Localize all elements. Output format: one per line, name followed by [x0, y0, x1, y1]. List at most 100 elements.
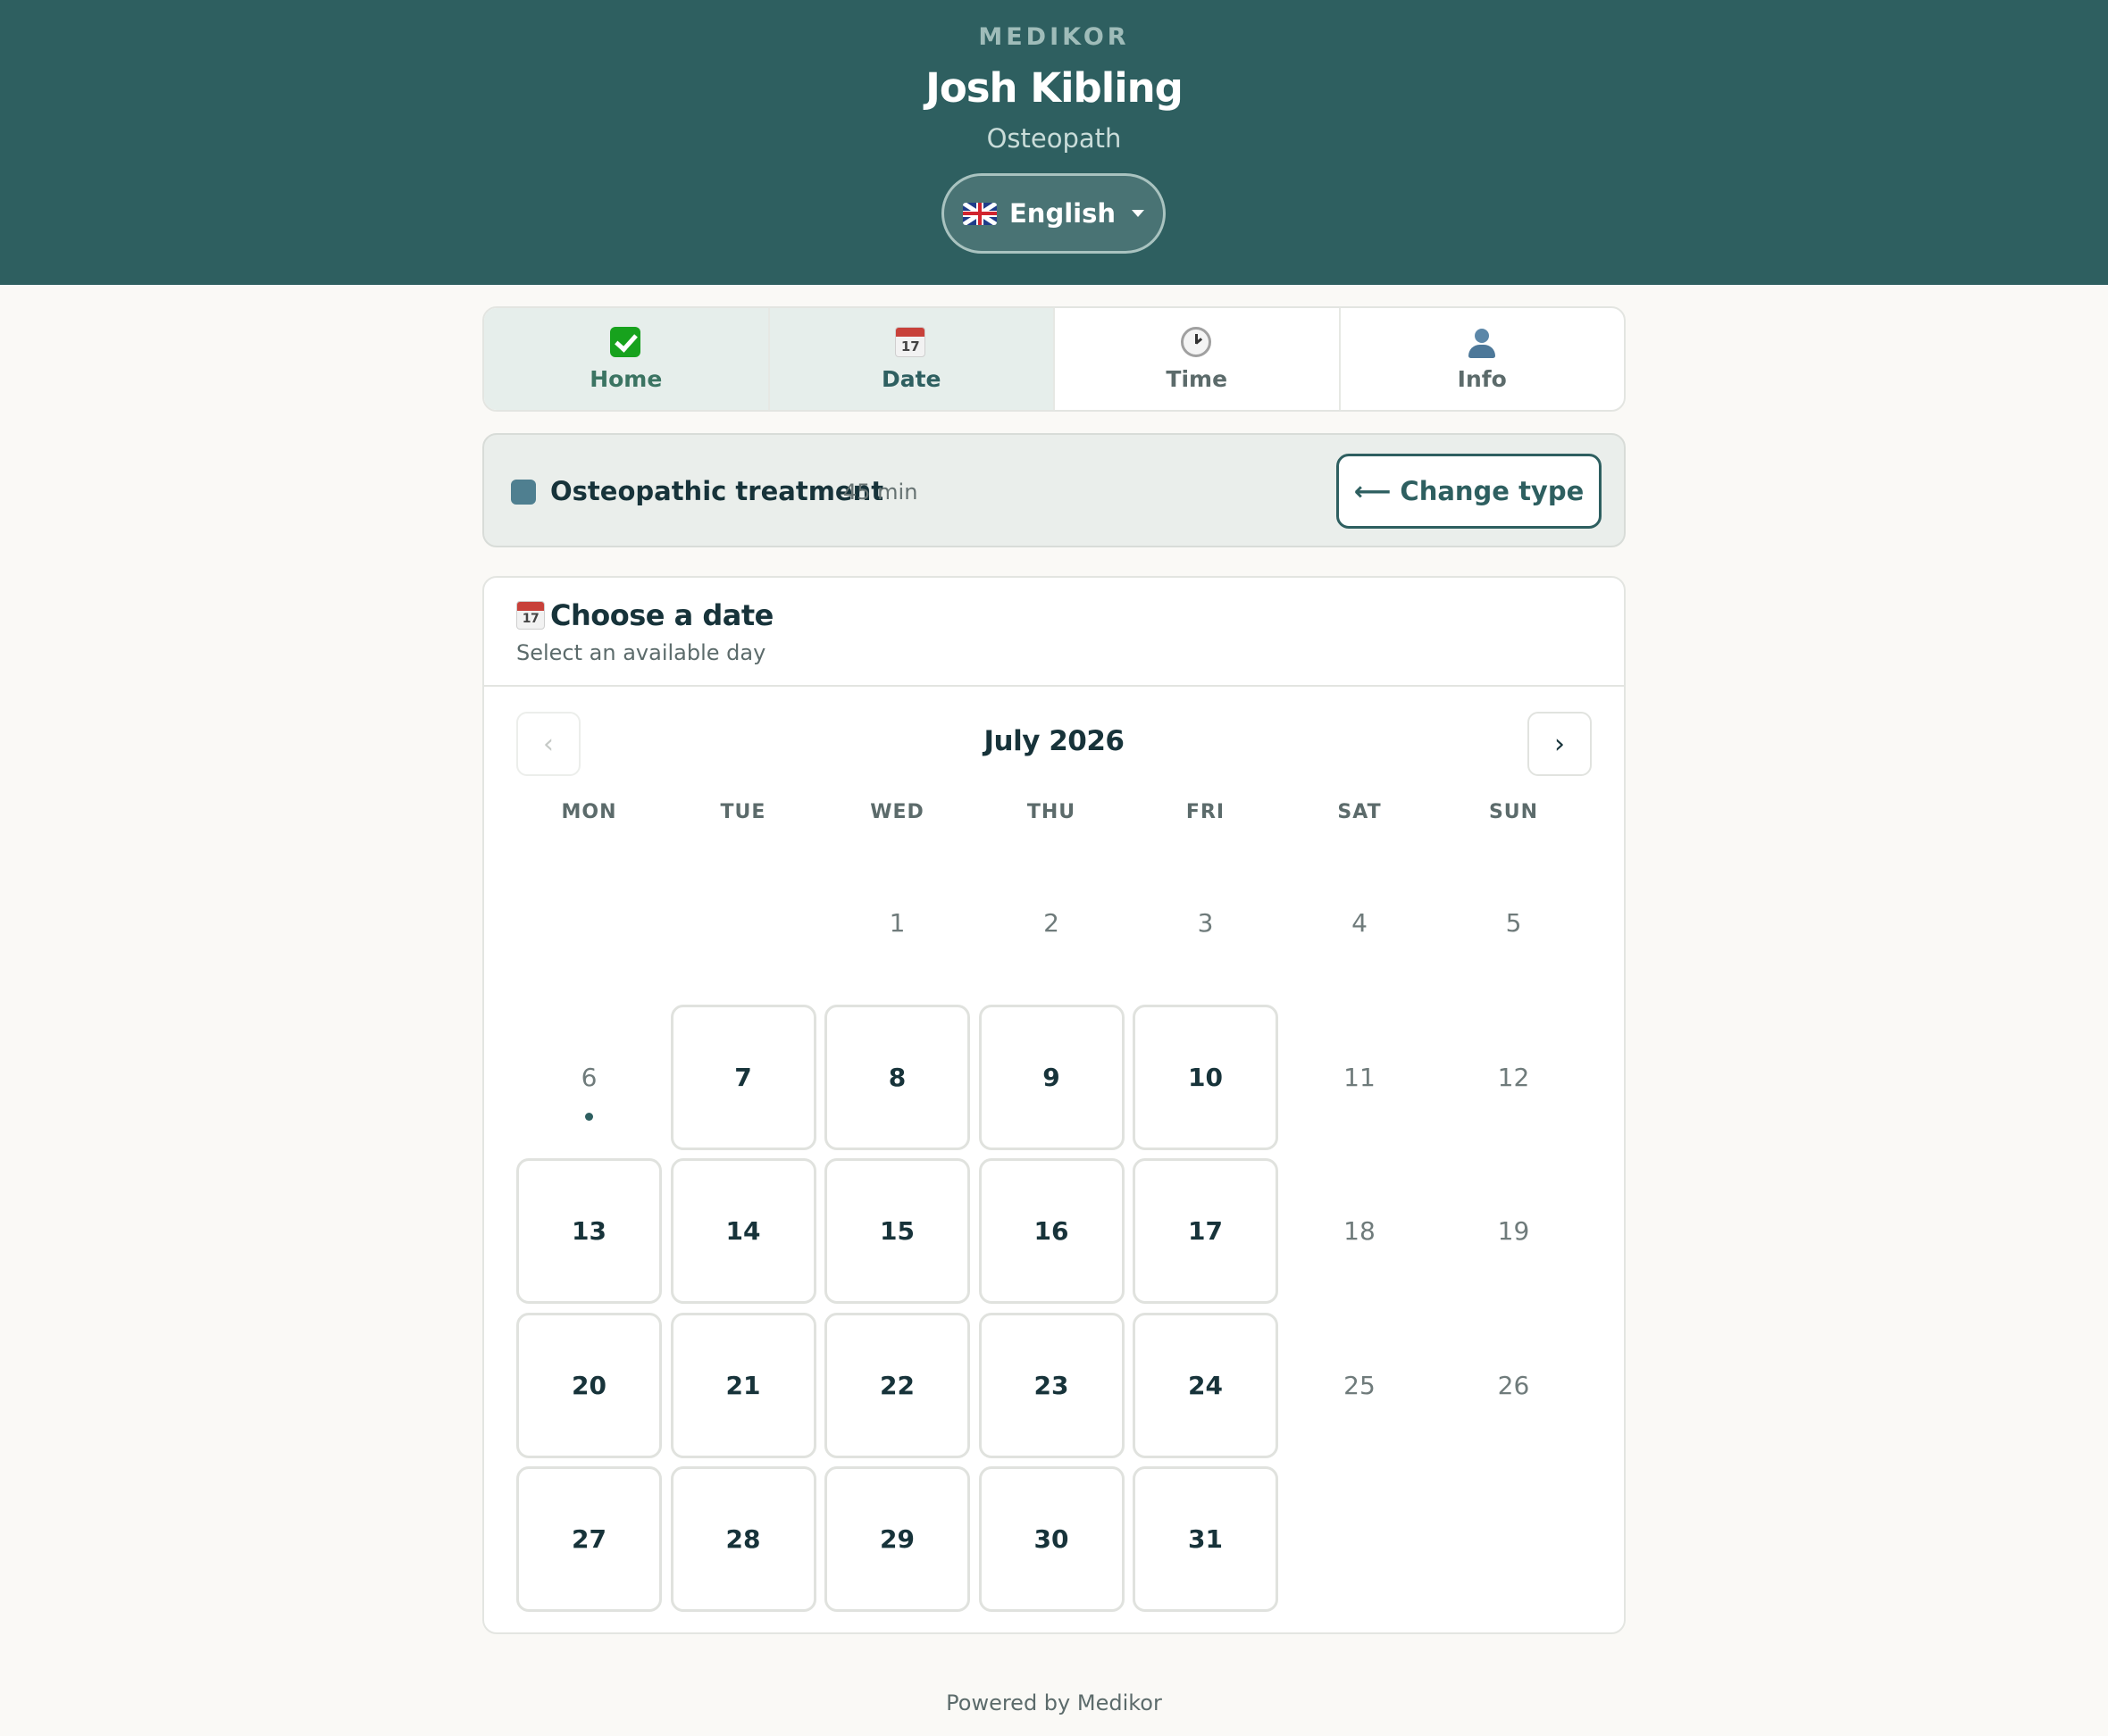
step-time[interactable]: Time [1055, 308, 1341, 410]
step-label: Home [590, 365, 663, 392]
day-number: 12 [1497, 1062, 1530, 1092]
day-cell-available[interactable]: 15 [824, 1158, 970, 1304]
step-home[interactable]: Home [484, 308, 770, 410]
day-cell-available[interactable]: 29 [824, 1466, 970, 1612]
day-cell-available[interactable]: 31 [1133, 1466, 1278, 1612]
day-number: 2 [1043, 908, 1059, 938]
day-cell-available[interactable]: 22 [824, 1312, 970, 1458]
day-number: 1 [889, 908, 906, 938]
day-cell-unavailable: 25 [1287, 1313, 1433, 1458]
day-number: 19 [1497, 1216, 1530, 1246]
day-number: 18 [1343, 1216, 1376, 1246]
weekday-tue: TUE [720, 801, 766, 823]
step-info[interactable]: Info [1341, 308, 1625, 410]
day-cell-unavailable: 18 [1287, 1158, 1433, 1304]
day-number: 6 [581, 1062, 598, 1092]
day-cell-unavailable: 4 [1287, 850, 1433, 996]
day-number: 7 [734, 1062, 752, 1092]
day-number: 16 [1033, 1216, 1069, 1246]
day-cell-available[interactable]: 30 [978, 1466, 1125, 1612]
day-cell-unavailable: 26 [1441, 1313, 1586, 1458]
card-title-text: Choose a date [550, 598, 774, 632]
step-label: Date [881, 365, 941, 392]
footer-text: Powered by Medikor [946, 1690, 1162, 1715]
day-number: 10 [1188, 1062, 1223, 1092]
practitioner-role: Osteopath [986, 123, 1122, 154]
selected-service: Osteopathic treatment 45 min ⟵ Change ty… [482, 433, 1626, 547]
day-number: 26 [1497, 1370, 1530, 1400]
day-number: 27 [572, 1524, 606, 1554]
day-cell-unavailable: 6 [516, 1005, 662, 1150]
day-number: 30 [1033, 1524, 1069, 1554]
day-number: 5 [1505, 908, 1522, 938]
day-number: 9 [1042, 1062, 1060, 1092]
weekday-mon: MON [561, 801, 617, 823]
day-cell-available[interactable]: 27 [516, 1466, 662, 1612]
day-cell-unavailable: 1 [824, 850, 970, 996]
day-cell-available[interactable]: 20 [516, 1312, 662, 1458]
user-icon [1466, 327, 1498, 359]
day-cell-available[interactable]: 21 [670, 1312, 816, 1458]
service-color-swatch [511, 480, 536, 505]
header: MEDIKOR Josh Kibling Osteopath English [0, 0, 2108, 285]
day-cell-available[interactable]: 10 [1133, 1004, 1278, 1150]
day-number: 22 [880, 1370, 915, 1400]
card-title: 17 Choose a date [516, 598, 774, 632]
day-cell-available[interactable]: 7 [670, 1004, 816, 1150]
day-number: 14 [725, 1216, 761, 1246]
day-cell-available[interactable]: 28 [670, 1466, 816, 1612]
day-cell-unavailable: 11 [1287, 1005, 1433, 1150]
day-number: 23 [1033, 1370, 1069, 1400]
day-cell-available[interactable]: 8 [824, 1004, 970, 1150]
month-label: July 2026 [983, 725, 1125, 757]
day-cell-available[interactable]: 9 [978, 1004, 1125, 1150]
calendar-icon: 17 [516, 601, 545, 630]
weekday-header: MON TUE WED THU FRI SAT SUN [516, 801, 1596, 828]
weekday-thu: THU [1026, 801, 1076, 823]
day-number: 31 [1188, 1524, 1223, 1554]
day-cell-unavailable: 12 [1441, 1005, 1586, 1150]
day-cell-available[interactable]: 23 [978, 1312, 1125, 1458]
step-label: Info [1457, 365, 1507, 392]
calendar-icon: 17 [895, 326, 927, 359]
card-subtitle: Select an available day [516, 640, 766, 665]
day-cell-available[interactable]: 17 [1133, 1158, 1278, 1304]
day-grid: 1 2 3 4 5 6 7 8 9 10 11 12 13 14 15 16 17 18 19 20 21 22 23 24 2… [516, 850, 1596, 1618]
day-number: 11 [1343, 1062, 1376, 1092]
day-cell-available[interactable]: 13 [516, 1158, 662, 1304]
check-icon [609, 326, 642, 359]
day-number: 29 [880, 1524, 915, 1554]
day-number: 8 [888, 1062, 907, 1092]
service-name: Osteopathic treatment [550, 476, 884, 506]
day-cell-available[interactable]: 16 [978, 1158, 1125, 1304]
day-number: 21 [725, 1370, 761, 1400]
clock-icon [1180, 326, 1213, 359]
next-month-button[interactable]: › [1527, 712, 1592, 776]
weekday-sun: SUN [1488, 801, 1539, 823]
day-cell-available[interactable]: 14 [670, 1158, 816, 1304]
today-indicator-dot [585, 1112, 593, 1121]
day-number: 4 [1351, 908, 1368, 938]
language-label: English [1008, 198, 1116, 229]
weekday-fri: FRI [1185, 801, 1225, 823]
day-cell-unavailable: 5 [1441, 850, 1586, 996]
day-cell-unavailable: 3 [1133, 850, 1278, 996]
day-number: 3 [1197, 908, 1214, 938]
day-number: 13 [572, 1216, 606, 1246]
change-type-button[interactable]: ⟵ Change type [1336, 454, 1602, 529]
day-number: 17 [1188, 1216, 1223, 1246]
uk-flag-icon [962, 202, 997, 225]
day-number: 25 [1343, 1370, 1376, 1400]
day-cell-available[interactable]: 24 [1133, 1312, 1278, 1458]
day-number: 24 [1188, 1370, 1223, 1400]
day-number: 28 [725, 1524, 761, 1554]
language-selector[interactable]: English [941, 173, 1166, 254]
step-label: Time [1166, 365, 1228, 392]
weekday-sat: SAT [1337, 801, 1382, 823]
service-duration: 45 min [843, 480, 918, 505]
day-cell-unavailable: 2 [979, 850, 1125, 996]
weekday-wed: WED [870, 801, 924, 823]
day-number: 20 [572, 1370, 606, 1400]
step-date[interactable]: 17 Date [769, 308, 1055, 410]
day-cell-unavailable: 19 [1441, 1158, 1586, 1304]
